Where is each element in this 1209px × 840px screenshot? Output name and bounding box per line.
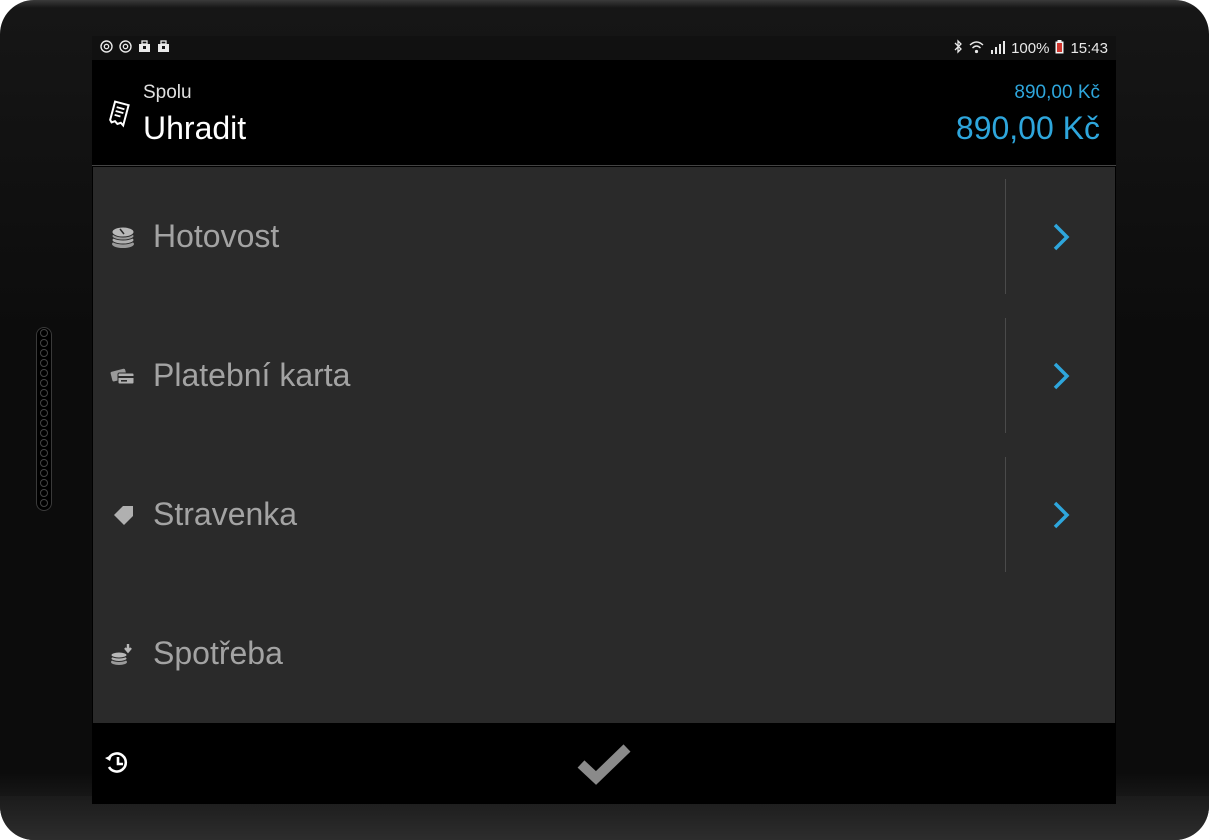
briefcase-icon — [138, 40, 151, 53]
payment-method-label: Spotřeba — [153, 635, 283, 671]
signal-icon — [990, 40, 1006, 58]
tablet-frame: 100% 15:43 Spolu Uhradit 890,00 Kč 890,0… — [0, 0, 1209, 840]
total-label: Spolu — [143, 82, 192, 103]
row-divider — [1005, 318, 1006, 433]
at-icon — [119, 40, 132, 53]
payment-method-cash[interactable]: Hotovost — [93, 167, 1115, 306]
cards-icon — [110, 364, 136, 388]
payment-header: Spolu Uhradit 890,00 Kč 890,00 Kč — [92, 60, 1116, 166]
screen: 100% 15:43 Spolu Uhradit 890,00 Kč 890,0… — [92, 36, 1116, 804]
status-bar: 100% 15:43 — [92, 36, 1116, 60]
payment-method-label: Stravenka — [153, 496, 298, 532]
payment-method-consumption[interactable]: Spotřeba — [93, 584, 1115, 723]
row-divider — [1005, 457, 1006, 572]
battery-icon — [1055, 39, 1064, 58]
speaker-grille — [36, 327, 52, 511]
battery-percent: 100% — [1011, 40, 1050, 57]
total-amount-small: 890,00 Kč — [1014, 82, 1100, 103]
payment-method-voucher[interactable]: Stravenka — [93, 445, 1115, 584]
row-divider — [1005, 179, 1006, 294]
clock: 15:43 — [1070, 40, 1108, 57]
chevron-right-icon[interactable] — [1043, 219, 1079, 255]
confirm-check-button[interactable] — [577, 743, 631, 790]
coins-stack-icon — [110, 225, 136, 249]
payment-method-label: Hotovost — [153, 218, 280, 254]
wifi-icon — [969, 40, 984, 58]
page-title: Uhradit — [143, 110, 247, 146]
coins-down-icon — [110, 642, 136, 666]
chevron-right-icon[interactable] — [1043, 497, 1079, 533]
amount-due: 890,00 Kč — [955, 110, 1100, 146]
bluetooth-icon — [953, 39, 963, 58]
payment-method-list: Hotovost Platební karta Stravenka Spotře… — [93, 167, 1115, 723]
receipt-icon — [106, 100, 132, 133]
ticket-icon — [110, 503, 136, 527]
at-icon — [100, 40, 113, 53]
payment-method-label: Platební karta — [153, 357, 351, 393]
history-icon[interactable] — [104, 750, 130, 781]
chevron-right-icon[interactable] — [1043, 358, 1079, 394]
payment-method-card[interactable]: Platební karta — [93, 306, 1115, 445]
bottom-bar — [92, 723, 1116, 804]
briefcase-icon — [157, 40, 170, 53]
